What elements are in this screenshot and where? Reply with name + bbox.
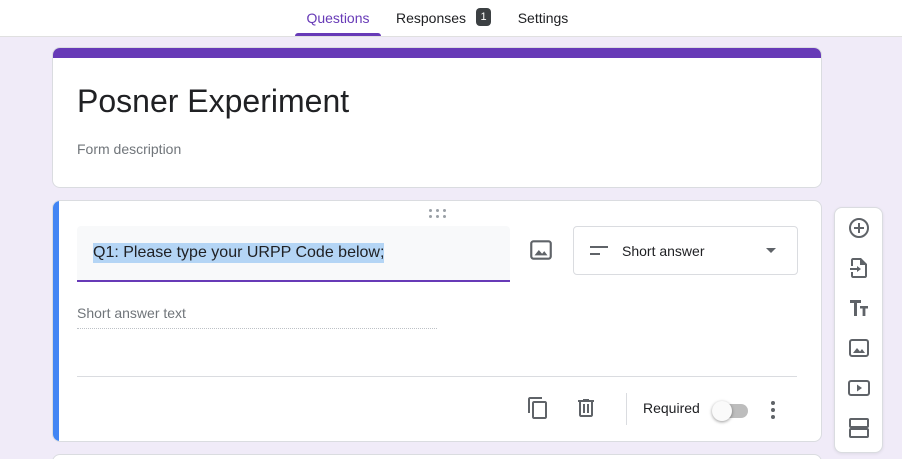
footer-separator <box>626 393 627 425</box>
short-answer-icon <box>590 246 608 255</box>
title-text-icon[interactable] <box>847 296 871 320</box>
active-card-indicator <box>53 201 59 441</box>
image-icon[interactable] <box>528 237 554 263</box>
required-toggle[interactable] <box>712 401 750 421</box>
drag-handle-icon[interactable] <box>429 209 447 219</box>
toggle-knob <box>712 401 732 421</box>
image-icon[interactable] <box>847 336 871 360</box>
required-label: Required <box>643 400 700 416</box>
header-accent-stripe <box>53 48 821 58</box>
tab-settings[interactable]: Settings <box>508 0 578 36</box>
question-card: Q1: Please type your URPP Code below; Sh… <box>52 200 822 442</box>
next-question-card <box>52 454 822 459</box>
form-header-card: Posner Experiment Form description <box>52 47 822 188</box>
short-answer-field: Short answer text <box>77 305 437 329</box>
import-icon[interactable] <box>847 256 871 280</box>
floating-toolbar <box>834 207 883 453</box>
question-title-input[interactable]: Q1: Please type your URPP Code below; <box>77 226 510 282</box>
tab-responses-label: Responses <box>396 10 467 26</box>
copy-icon[interactable] <box>526 396 550 420</box>
tab-questions[interactable]: Questions <box>295 0 381 36</box>
question-type-label: Short answer <box>622 243 705 259</box>
form-description-field[interactable]: Form description <box>77 141 181 157</box>
more-vert-icon[interactable] <box>765 398 781 422</box>
top-tab-bar: Questions Responses 1 Settings <box>0 0 902 37</box>
form-title[interactable]: Posner Experiment <box>77 83 349 120</box>
question-title-text: Q1: Please type your URPP Code below; <box>93 243 385 263</box>
trash-icon[interactable] <box>574 396 598 420</box>
section-icon[interactable] <box>847 416 871 440</box>
video-icon[interactable] <box>847 376 871 400</box>
add-circle-icon[interactable] <box>847 216 871 240</box>
responses-count-badge: 1 <box>476 8 492 27</box>
question-type-select[interactable]: Short answer <box>573 226 798 275</box>
chevron-down-icon <box>766 248 776 253</box>
card-footer-divider <box>77 376 797 377</box>
tab-responses[interactable]: Responses 1 <box>387 0 497 36</box>
